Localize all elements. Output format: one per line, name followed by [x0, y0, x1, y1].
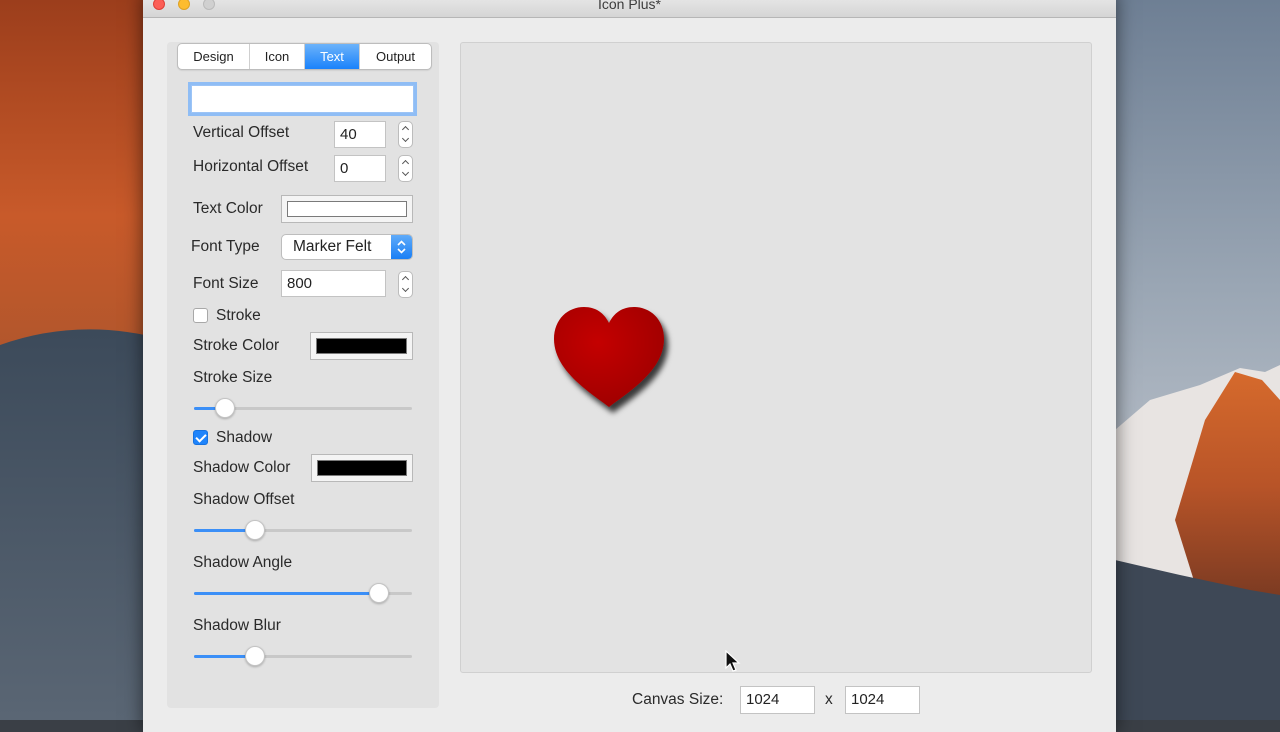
canvas-size-label: Canvas Size:	[632, 691, 724, 708]
shadow-offset-slider[interactable]	[194, 520, 412, 540]
shadow-angle-fill	[194, 592, 380, 595]
shadow-color-well[interactable]	[311, 454, 413, 482]
shadow-angle-slider[interactable]	[194, 583, 412, 603]
horizontal-offset-label: Horizontal Offset	[193, 158, 309, 175]
stroke-color-swatch	[316, 338, 407, 354]
shadow-angle-label: Shadow Angle	[193, 554, 293, 571]
shadow-color-swatch	[317, 460, 407, 476]
tab-text[interactable]: Text	[305, 44, 360, 69]
mouse-cursor-icon	[725, 650, 741, 672]
font-size-field[interactable]: 800	[281, 270, 386, 297]
font-size-stepper[interactable]	[398, 271, 413, 298]
text-color-well[interactable]	[281, 195, 413, 223]
shadow-label: Shadow	[216, 429, 273, 446]
tab-icon[interactable]: Icon	[250, 44, 305, 69]
shadow-blur-label: Shadow Blur	[193, 617, 281, 634]
stroke-checkbox[interactable]	[193, 308, 208, 323]
text-color-swatch	[287, 201, 407, 217]
stroke-color-well[interactable]	[310, 332, 413, 360]
shadow-checkbox[interactable]	[193, 430, 208, 445]
heart-icon	[554, 307, 664, 407]
window-title: Icon Plus*	[597, 0, 662, 12]
stroke-size-knob[interactable]	[214, 398, 235, 418]
stroke-color-label: Stroke Color	[193, 337, 280, 354]
stroke-label: Stroke	[216, 307, 261, 324]
shadow-color-label: Shadow Color	[193, 459, 291, 476]
stroke-size-slider[interactable]	[194, 398, 412, 418]
horizontal-offset-stepper[interactable]	[398, 155, 413, 182]
font-type-value: Marker Felt	[293, 238, 372, 255]
text-input[interactable]	[191, 85, 414, 113]
text-color-label: Text Color	[193, 200, 263, 217]
canvas-width-field[interactable]: 1024	[740, 686, 815, 714]
shadow-blur-slider[interactable]	[194, 646, 412, 666]
app-window: Icon Plus* Design Icon Text Output Verti…	[143, 0, 1116, 732]
font-size-label: Font Size	[193, 275, 259, 292]
vertical-offset-label: Vertical Offset	[193, 124, 290, 141]
tab-bar: Design Icon Text Output	[177, 43, 432, 70]
font-type-popup[interactable]: Marker Felt	[281, 234, 413, 260]
title-bar[interactable]: Icon Plus*	[143, 0, 1116, 18]
shadow-blur-knob[interactable]	[245, 646, 266, 666]
vertical-offset-field[interactable]: 40	[334, 121, 386, 148]
canvas-height-field[interactable]: 1024	[845, 686, 920, 714]
tab-output[interactable]: Output	[360, 44, 431, 69]
vertical-offset-stepper[interactable]	[398, 121, 413, 148]
tab-design[interactable]: Design	[178, 44, 250, 69]
canvas-size-separator: x	[825, 691, 833, 708]
popup-chevrons-icon	[391, 235, 412, 259]
font-type-label: Font Type	[191, 238, 260, 255]
stroke-size-label: Stroke Size	[193, 369, 273, 386]
shadow-offset-label: Shadow Offset	[193, 491, 295, 508]
canvas-preview[interactable]	[460, 42, 1092, 673]
shadow-offset-knob[interactable]	[245, 520, 266, 540]
horizontal-offset-field[interactable]: 0	[334, 155, 386, 182]
